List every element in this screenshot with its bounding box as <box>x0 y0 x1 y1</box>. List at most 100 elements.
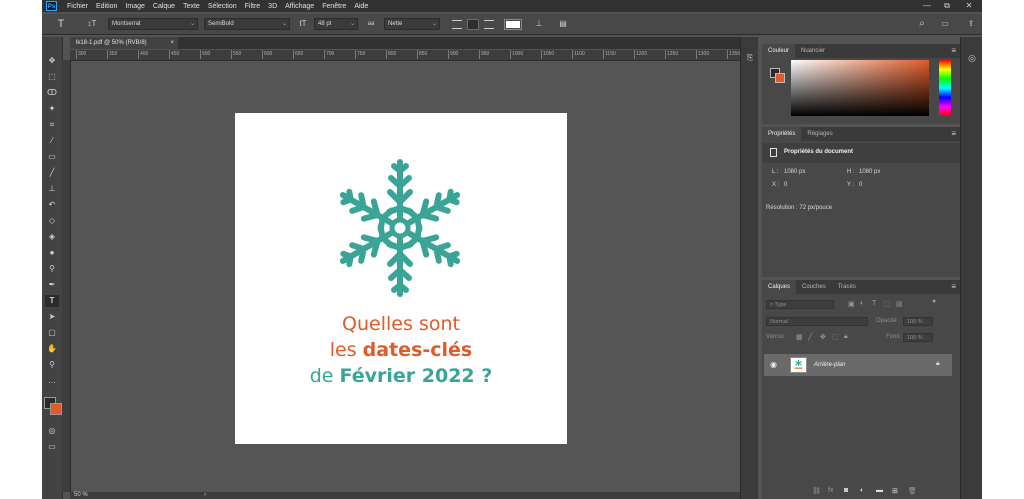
workspace-icon[interactable]: ▭ <box>936 18 954 30</box>
share-icon[interactable]: ⇪ <box>964 18 978 30</box>
layer-name[interactable]: Arrière-plan <box>814 362 845 368</box>
align-center-icon[interactable] <box>467 19 479 30</box>
width-value[interactable]: 1080 px <box>784 169 805 175</box>
quick-mask-icon[interactable]: ◎ <box>45 425 59 437</box>
lock-all-icon[interactable]: 🔒︎ <box>844 333 848 341</box>
y-value[interactable]: 0 <box>859 182 862 188</box>
font-style-select[interactable]: SemiBold ⌄ <box>204 18 290 30</box>
crop-tool-icon[interactable]: ⌗ <box>45 119 59 131</box>
filter-adjustment-icon[interactable]: ◐ <box>860 300 864 307</box>
text-color-swatch[interactable] <box>504 19 522 30</box>
adjustment-layer-icon[interactable]: ◐ <box>860 487 864 494</box>
healing-brush-tool-icon[interactable]: ▭ <box>45 151 59 163</box>
zoom-level[interactable]: 50 % <box>74 492 88 498</box>
align-right-icon[interactable] <box>484 20 494 29</box>
antialias-select[interactable]: Nette ⌄ <box>384 18 440 30</box>
delete-layer-icon[interactable]: 🗑︎ <box>908 487 917 495</box>
menu-window[interactable]: Fenêtre <box>322 3 346 10</box>
pen-tool-icon[interactable]: ✒ <box>45 279 59 291</box>
menu-3d[interactable]: 3D <box>268 3 277 10</box>
x-value[interactable]: 0 <box>784 182 787 188</box>
layer-row-background[interactable]: ◉ Arrière-plan 🔒︎ <box>764 354 952 376</box>
new-layer-icon[interactable]: ⊞ <box>892 487 898 495</box>
history-panel-icon[interactable]: ⎘ <box>744 53 756 65</box>
type-tool-preset-icon[interactable]: T <box>54 18 68 30</box>
eyedropper-tool-icon[interactable]: ⁄ <box>45 135 59 147</box>
close-window-button[interactable]: ✕ <box>962 0 976 12</box>
filter-smart-object-icon[interactable]: ▤ <box>896 300 903 308</box>
layer-style-icon[interactable]: fx <box>828 487 833 494</box>
opacity-input[interactable]: 100 % <box>903 317 933 326</box>
hand-tool-icon[interactable]: ✋ <box>45 343 59 355</box>
lock-position-icon[interactable]: ✥ <box>820 333 826 341</box>
path-selection-tool-icon[interactable]: ➤ <box>45 311 59 323</box>
document-artboard[interactable]: Quelles sont les dates-clés de Février 2… <box>235 113 567 444</box>
type-tool-icon[interactable]: T <box>45 295 59 307</box>
color-picker-field[interactable] <box>791 60 929 116</box>
menu-edit[interactable]: Edition <box>96 3 117 10</box>
history-brush-tool-icon[interactable]: ↶ <box>45 199 59 211</box>
background-color-swatch[interactable] <box>50 403 62 415</box>
menu-help[interactable]: Aide <box>354 3 368 10</box>
font-size-select[interactable]: 48 pt ⌄ <box>314 18 358 30</box>
link-layers-icon[interactable]: ⛓ <box>812 487 821 495</box>
filter-type-icon[interactable]: T <box>872 300 876 307</box>
rectangle-tool-icon[interactable]: ▢ <box>45 327 59 339</box>
eraser-tool-icon[interactable]: ◇ <box>45 215 59 227</box>
canvas-area[interactable]: Quelles sont les dates-clés de Février 2… <box>71 61 740 492</box>
screen-mode-icon[interactable]: ▭ <box>45 441 59 453</box>
menu-select[interactable]: Sélection <box>208 3 237 10</box>
menu-image[interactable]: Image <box>125 3 144 10</box>
font-family-select[interactable]: Montserrat ⌄ <box>108 18 198 30</box>
lasso-tool-icon[interactable]: ↀ <box>45 87 59 99</box>
restore-button[interactable]: ⧉ <box>940 0 954 12</box>
status-arrow-icon[interactable]: › <box>204 492 206 499</box>
panel-menu-icon[interactable]: ≡ <box>951 44 956 58</box>
panel-menu-icon[interactable]: ≡ <box>951 280 956 294</box>
menu-filter[interactable]: Filtre <box>245 3 261 10</box>
move-tool-icon[interactable]: ✥ <box>45 55 59 67</box>
tab-color[interactable]: Couleur <box>762 44 796 58</box>
fill-input[interactable]: 100 % <box>903 333 933 342</box>
filter-pixel-icon[interactable]: ▣ <box>848 300 855 308</box>
text-orientation-icon[interactable]: ↕T <box>84 18 100 30</box>
tab-layers[interactable]: Calques <box>762 280 797 294</box>
tab-channels[interactable]: Couches <box>796 280 832 294</box>
warp-text-icon[interactable]: ⊥ <box>532 18 546 30</box>
marquee-tool-icon[interactable]: ⬚ <box>45 71 59 83</box>
align-left-icon[interactable] <box>452 20 462 29</box>
blend-mode-select[interactable]: Normal <box>766 317 868 326</box>
lock-transparency-icon[interactable]: ▦ <box>796 333 803 341</box>
panel-menu-icon[interactable]: ≡ <box>951 127 956 141</box>
lock-artboard-icon[interactable]: ⬚ <box>832 333 839 341</box>
eye-icon[interactable]: ◉ <box>770 360 777 369</box>
character-panel-icon[interactable]: ▤ <box>556 18 570 30</box>
dodge-tool-icon[interactable]: ⚲ <box>45 263 59 275</box>
brush-tool-icon[interactable]: ╱ <box>45 167 59 179</box>
new-group-icon[interactable]: ▬ <box>876 487 883 494</box>
tab-properties[interactable]: Propriétés <box>762 127 802 141</box>
search-icon[interactable]: ⌕ <box>916 18 928 30</box>
filter-shape-icon[interactable]: ⬚ <box>884 300 891 308</box>
menu-view[interactable]: Affichage <box>285 3 314 10</box>
more-tools-icon[interactable]: … <box>45 375 59 387</box>
height-value[interactable]: 1080 px <box>859 169 880 175</box>
magic-wand-tool-icon[interactable]: ✦ <box>45 103 59 115</box>
tab-paths[interactable]: Tracés <box>832 280 862 294</box>
menu-layer[interactable]: Calque <box>153 3 175 10</box>
minimize-button[interactable]: — <box>920 0 934 12</box>
blur-tool-icon[interactable]: ● <box>45 247 59 259</box>
menu-file[interactable]: Fichier <box>67 3 88 10</box>
hue-slider[interactable] <box>939 60 951 116</box>
close-tab-icon[interactable]: × <box>170 37 174 49</box>
paint-bucket-tool-icon[interactable]: ◈ <box>45 231 59 243</box>
tab-adjustments[interactable]: Réglages <box>801 127 838 141</box>
libraries-icon[interactable]: ◎ <box>966 53 978 65</box>
lock-pixels-icon[interactable]: ╱ <box>808 333 812 341</box>
tab-swatches[interactable]: Nuancier <box>795 44 831 58</box>
document-tab[interactable]: lk18-1.pdf @ 50% (RVB/8) × <box>70 37 178 49</box>
clone-stamp-tool-icon[interactable]: ⊥ <box>45 183 59 195</box>
zoom-tool-icon[interactable]: ⚲ <box>45 359 59 371</box>
panel-background-swatch[interactable] <box>775 73 785 83</box>
filter-toggle-icon[interactable]: ● <box>932 298 936 305</box>
